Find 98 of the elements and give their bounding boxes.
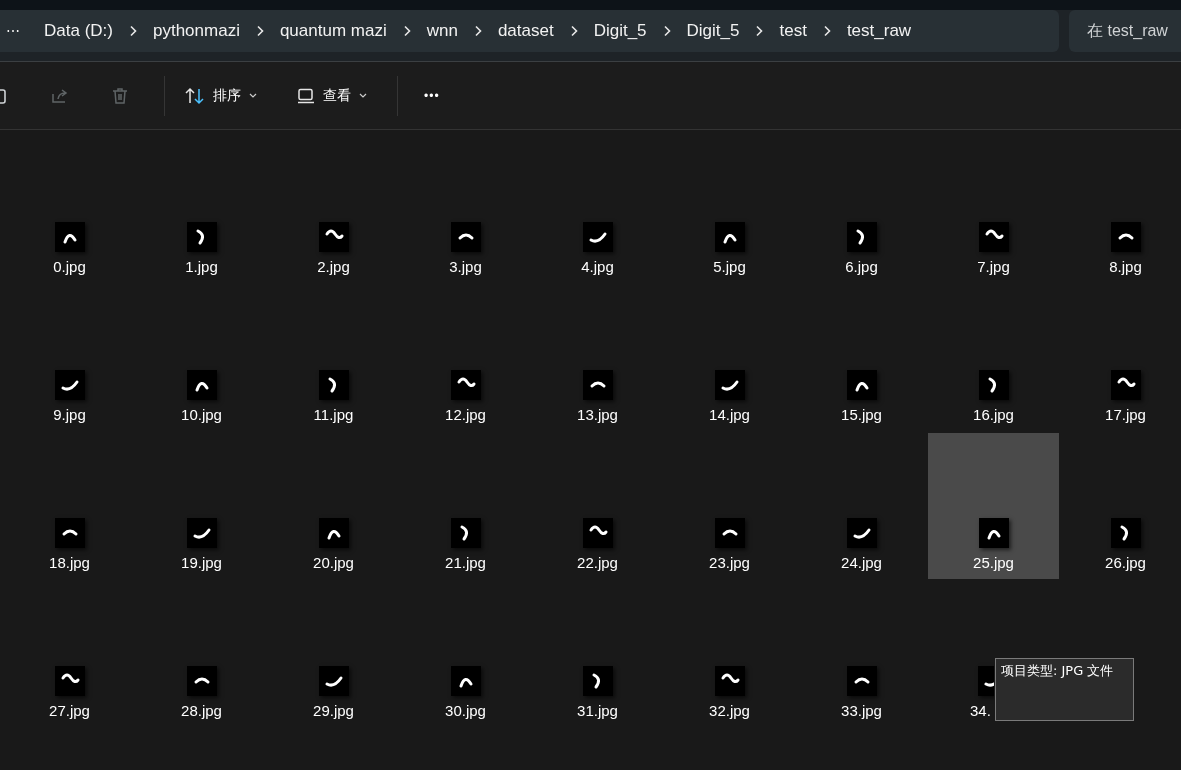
chevron-right-icon xyxy=(569,25,578,37)
breadcrumb-item[interactable]: dataset xyxy=(481,21,570,41)
file-item[interactable]: 29.jpg xyxy=(268,581,399,727)
file-item[interactable]: 24.jpg xyxy=(796,433,927,579)
chevron-right-icon xyxy=(822,25,831,37)
chevron-right-icon xyxy=(255,25,264,37)
file-name: 30.jpg xyxy=(445,702,486,719)
file-name: 4.jpg xyxy=(581,258,614,275)
file-item[interactable]: 22.jpg xyxy=(532,433,663,579)
breadcrumb-item[interactable]: test xyxy=(763,21,823,41)
view-button[interactable]: 查看 xyxy=(291,78,373,113)
breadcrumb-item[interactable]: pythonmazi xyxy=(136,21,256,41)
file-item[interactable]: 28.jpg xyxy=(136,581,267,727)
file-name: 17.jpg xyxy=(1105,406,1146,423)
file-item[interactable]: 14.jpg xyxy=(664,285,795,431)
file-name: 34. xyxy=(970,702,991,719)
file-item[interactable]: 1.jpg xyxy=(136,137,267,283)
file-name: 14.jpg xyxy=(709,406,750,423)
file-name: 26.jpg xyxy=(1105,554,1146,571)
file-name: 33.jpg xyxy=(841,702,882,719)
file-name: 19.jpg xyxy=(181,554,222,571)
file-name: 25.jpg xyxy=(973,554,1014,571)
chevron-down-icon xyxy=(249,93,257,98)
chevron-down-icon xyxy=(359,93,367,98)
file-name: 31.jpg xyxy=(577,702,618,719)
file-name: 10.jpg xyxy=(181,406,222,423)
file-item[interactable]: 6.jpg xyxy=(796,137,927,283)
chevron-right-icon xyxy=(402,25,411,37)
trash-icon xyxy=(110,85,130,106)
breadcrumb-item[interactable]: Data (D:) xyxy=(28,21,129,41)
file-item[interactable]: 20.jpg xyxy=(268,433,399,579)
file-name: 27.jpg xyxy=(49,702,90,719)
search-field[interactable]: 在 test_raw xyxy=(1069,10,1181,52)
file-name: 0.jpg xyxy=(53,258,86,275)
file-item[interactable]: 5.jpg xyxy=(664,137,795,283)
file-item[interactable]: 11.jpg xyxy=(268,285,399,431)
file-name: 21.jpg xyxy=(445,554,486,571)
sort-button[interactable]: 排序 xyxy=(179,78,263,113)
file-name: 32.jpg xyxy=(709,702,750,719)
file-item[interactable]: 8.jpg xyxy=(1060,137,1181,283)
chevron-right-icon xyxy=(473,25,482,37)
file-name: 28.jpg xyxy=(181,702,222,719)
file-item[interactable]: 26.jpg xyxy=(1060,433,1181,579)
breadcrumb-item[interactable]: test_raw xyxy=(830,21,928,41)
file-item[interactable]: 27.jpg xyxy=(4,581,135,727)
chevron-right-icon xyxy=(662,25,671,37)
file-name: 5.jpg xyxy=(713,258,746,275)
file-item[interactable]: 4.jpg xyxy=(532,137,663,283)
file-item[interactable]: 23.jpg xyxy=(664,433,795,579)
chevron-right-icon xyxy=(755,25,764,37)
file-item[interactable]: 16.jpg xyxy=(928,285,1059,431)
file-name: 18.jpg xyxy=(49,554,90,571)
file-name: 3.jpg xyxy=(449,258,482,275)
file-name: 22.jpg xyxy=(577,554,618,571)
breadcrumb-item[interactable]: Digit_5 xyxy=(670,21,756,41)
file-name: 15.jpg xyxy=(841,406,882,423)
file-name: 13.jpg xyxy=(577,406,618,423)
file-name: 29.jpg xyxy=(313,702,354,719)
file-name: 9.jpg xyxy=(53,406,86,423)
file-name: 6.jpg xyxy=(845,258,878,275)
more-button[interactable]: ••• xyxy=(416,88,448,103)
chevron-right-icon xyxy=(128,25,137,37)
file-item[interactable]: 3.jpg xyxy=(400,137,531,283)
file-item[interactable]: 31.jpg xyxy=(532,581,663,727)
file-name: 24.jpg xyxy=(841,554,882,571)
breadcrumb-item[interactable]: wnn xyxy=(410,21,474,41)
file-name: 2.jpg xyxy=(317,258,350,275)
file-item[interactable]: 0.jpg xyxy=(4,137,135,283)
file-name: 11.jpg xyxy=(313,406,354,423)
file-item[interactable]: 21.jpg xyxy=(400,433,531,579)
monitor-icon xyxy=(297,87,315,104)
file-item[interactable]: 7.jpg xyxy=(928,137,1059,283)
file-item[interactable]: 17.jpg xyxy=(1060,285,1181,431)
file-name: 20.jpg xyxy=(313,554,354,571)
file-item[interactable]: 10.jpg xyxy=(136,285,267,431)
file-item[interactable]: 34. xyxy=(928,581,994,727)
file-name: 16.jpg xyxy=(973,406,1014,423)
file-item[interactable]: 30.jpg xyxy=(400,581,531,727)
file-item[interactable]: 2.jpg xyxy=(268,137,399,283)
file-item[interactable]: 33.jpg xyxy=(796,581,927,727)
overflow-button[interactable]: ⋯ xyxy=(6,23,28,39)
file-name: 8.jpg xyxy=(1109,258,1142,275)
file-item[interactable]: 15.jpg xyxy=(796,285,927,431)
file-item[interactable]: 18.jpg xyxy=(4,433,135,579)
file-item[interactable]: 32.jpg xyxy=(664,581,795,727)
tooltip: 项目类型: JPG 文件 xyxy=(995,658,1134,721)
breadcrumb-item[interactable]: Digit_5 xyxy=(577,21,663,41)
file-item[interactable]: 9.jpg xyxy=(4,285,135,431)
breadcrumb-item[interactable]: quantum mazi xyxy=(263,21,403,41)
file-name: 7.jpg xyxy=(977,258,1010,275)
file-item[interactable]: 25.jpg xyxy=(928,433,1059,579)
file-item[interactable]: 12.jpg xyxy=(400,285,531,431)
file-name: 12.jpg xyxy=(445,406,486,423)
sort-icon xyxy=(185,86,205,105)
file-name: 23.jpg xyxy=(709,554,750,571)
file-item[interactable]: 13.jpg xyxy=(532,285,663,431)
file-item[interactable]: 19.jpg xyxy=(136,433,267,579)
file-name: 1.jpg xyxy=(185,258,218,275)
